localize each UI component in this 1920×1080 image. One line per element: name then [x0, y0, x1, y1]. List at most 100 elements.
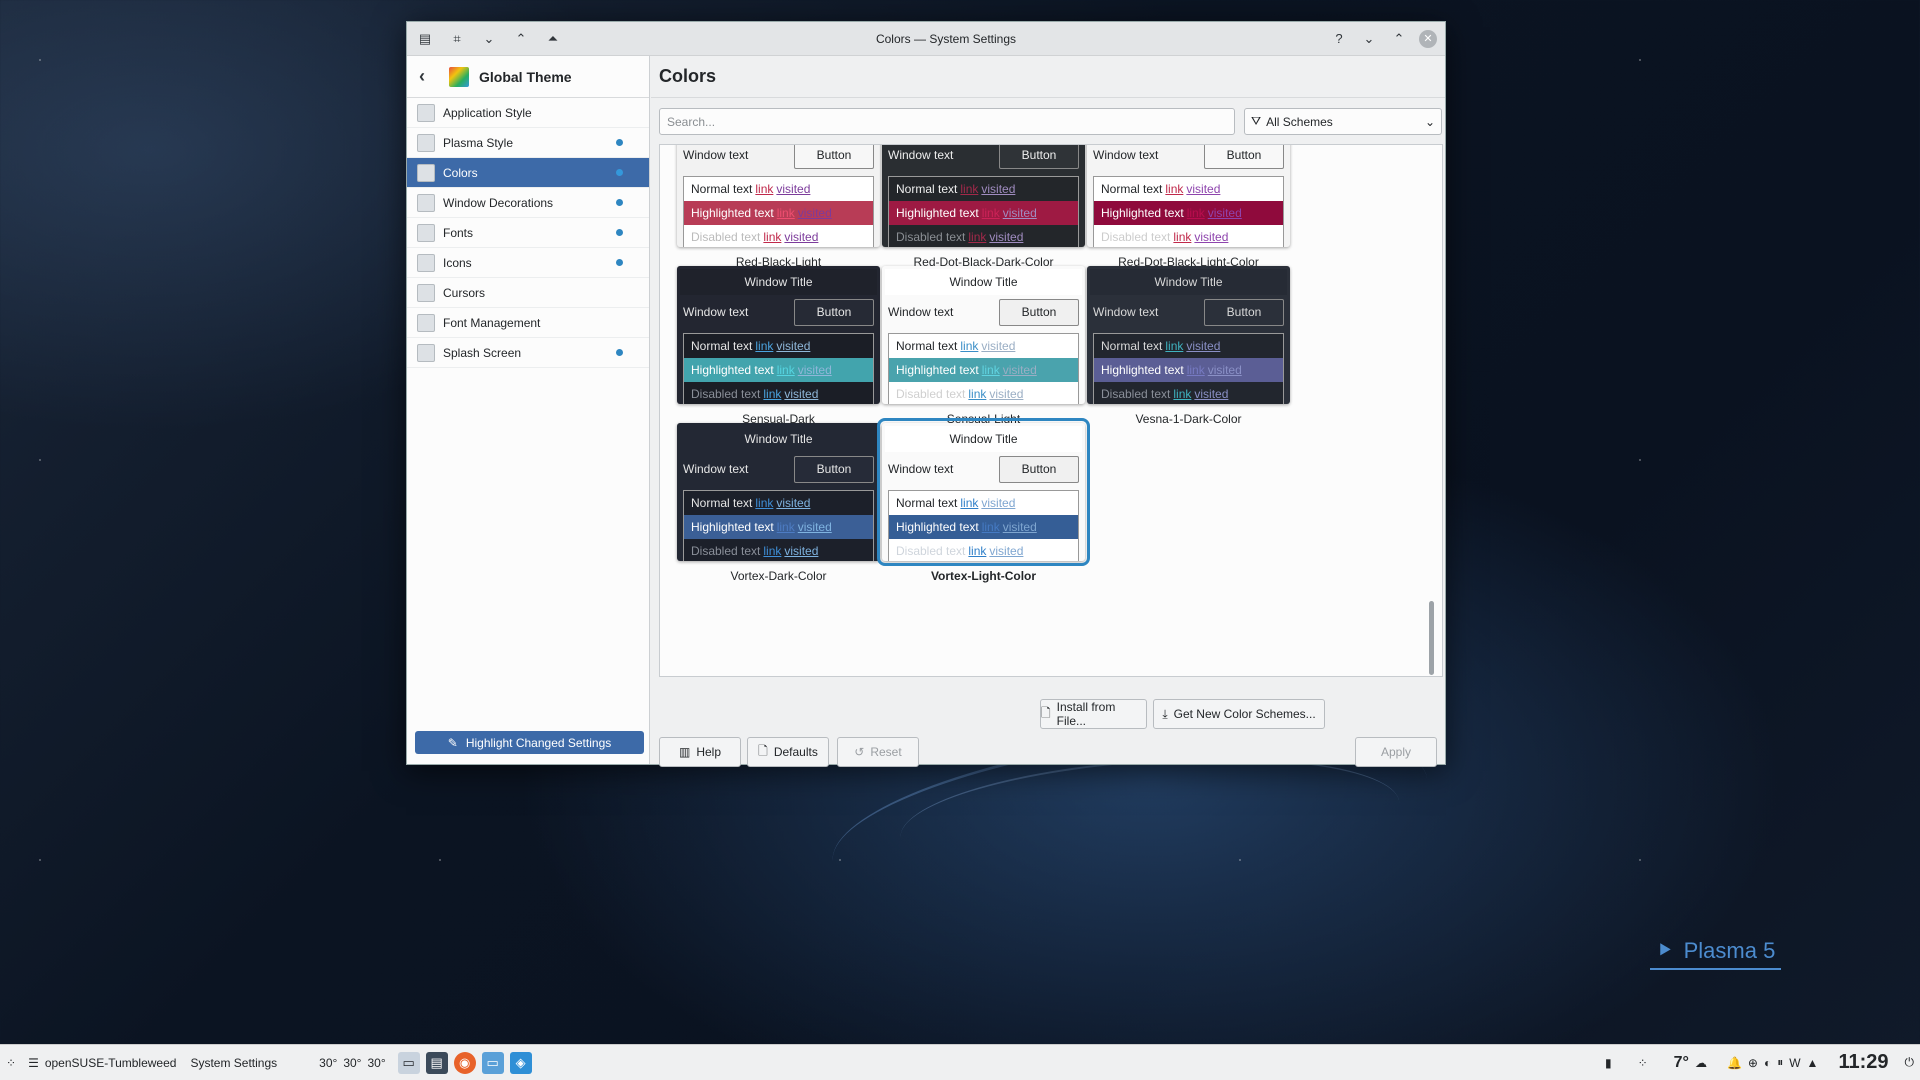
- clock[interactable]: 11:29: [1838, 1051, 1888, 1074]
- sidebar-item[interactable]: Application Style: [407, 98, 649, 128]
- file-manager-icon[interactable]: ▭: [481, 1051, 504, 1074]
- color-scheme-card[interactable]: Window TitleWindow textButtonNormal text…: [877, 418, 1090, 583]
- network-graph-icon[interactable]: ▮: [1605, 1056, 1612, 1070]
- color-scheme-card[interactable]: Window TitleWindow textButtonNormal text…: [677, 266, 880, 426]
- scheme-preview[interactable]: Window TitleWindow textButtonNormal text…: [882, 266, 1085, 404]
- keep-below-icon[interactable]: ⌄: [479, 29, 499, 49]
- minimize-icon[interactable]: ⌄: [1359, 29, 1379, 49]
- preview-normal-row: Normal text link visited: [889, 177, 1078, 201]
- search-input[interactable]: Search...: [659, 108, 1235, 135]
- app-title: openSUSE-Tumbleweed: [44, 1055, 177, 1070]
- preview-button: Button: [1204, 145, 1284, 169]
- preview-disabled-row: Disabled text link visited: [889, 539, 1078, 561]
- preview-link: link: [981, 363, 1000, 377]
- kde-connect-icon[interactable]: ⁘: [1638, 1056, 1648, 1070]
- back-arrow-icon[interactable]: ‹: [419, 66, 439, 87]
- back-to-global-theme[interactable]: ‹ Global Theme: [407, 56, 649, 98]
- color-scheme-card[interactable]: Window TitleWindow textButtonNormal text…: [882, 266, 1085, 426]
- preview-visited: visited: [981, 339, 1016, 353]
- get-new-color-schemes-button[interactable]: ⤓ Get New Color Schemes...: [1153, 699, 1325, 729]
- preview-visited: visited: [1002, 363, 1037, 377]
- preview-highlighted-row: Highlighted text link visited: [684, 201, 873, 225]
- highlight-changed-settings-button[interactable]: ✎ Highlight Changed Settings: [415, 731, 644, 754]
- color-scheme-card[interactable]: Window TitleWindow textButtonNormal text…: [677, 423, 880, 583]
- sidebar-item[interactable]: Fonts: [407, 218, 649, 248]
- sidebar-item[interactable]: Colors: [407, 158, 649, 188]
- preview-window-text: Window text: [888, 462, 954, 476]
- sidebar-item[interactable]: Plasma Style: [407, 128, 649, 158]
- desktop-pager-icon[interactable]: ▭: [397, 1051, 420, 1074]
- temperature-widgets: 30° 30° 30°: [313, 1045, 391, 1080]
- sidebar-item[interactable]: Cursors: [407, 278, 649, 308]
- scheme-preview[interactable]: Window TitleWindow textButtonNormal text…: [677, 145, 880, 247]
- crop-icon[interactable]: ⌗: [447, 29, 467, 49]
- maximize-icon[interactable]: ⌃: [1389, 29, 1409, 49]
- preview-row: Window text Button: [885, 145, 1082, 172]
- color-scheme-card[interactable]: Window TitleWindow textButtonNormal text…: [1087, 266, 1290, 426]
- preview-highlighted-text: Highlighted text: [691, 363, 774, 377]
- help-icon[interactable]: ?: [1329, 29, 1349, 49]
- scrollbar[interactable]: [1428, 147, 1436, 675]
- activities-button[interactable]: ⁘: [0, 1045, 22, 1080]
- apply-button[interactable]: Apply: [1355, 737, 1437, 767]
- preview-list: Normal text link visited Highlighted text li…: [888, 333, 1079, 404]
- preview-visited: visited: [784, 387, 819, 401]
- firefox-icon[interactable]: ◉: [453, 1051, 476, 1074]
- updates-icon[interactable]: ⊕: [1748, 1056, 1758, 1070]
- color-scheme-card[interactable]: Window TitleWindow textButtonNormal text…: [677, 145, 880, 269]
- scheme-preview[interactable]: Window TitleWindow textButtonNormal text…: [677, 423, 880, 561]
- preview-highlighted-text: Highlighted text: [896, 363, 979, 377]
- activities-icon: ⁘: [6, 1055, 17, 1070]
- preview-button: Button: [999, 298, 1079, 326]
- scheme-name: Vortex-Dark-Color: [730, 569, 827, 583]
- reset-button[interactable]: ↺ Reset: [837, 737, 919, 767]
- preview-window-text: Window text: [888, 148, 954, 162]
- volume-icon[interactable]: ◐: [1764, 1056, 1771, 1070]
- preview-window-text: Window text: [683, 148, 749, 162]
- scheme-preview[interactable]: Window TitleWindow textButtonNormal text…: [1087, 266, 1290, 404]
- tray-expand-icon[interactable]: ▲: [1807, 1056, 1819, 1070]
- shade-icon[interactable]: ⏶: [543, 29, 563, 49]
- document-icon: 🗋: [758, 743, 768, 758]
- changed-indicator: [616, 229, 623, 236]
- weather-temperature[interactable]: 7°: [1674, 1054, 1689, 1072]
- color-scheme-card[interactable]: Window TitleWindow textButtonNormal text…: [882, 145, 1085, 269]
- scrollbar-thumb[interactable]: [1429, 601, 1434, 675]
- power-icon[interactable]: ⏻: [1905, 1055, 1915, 1070]
- keep-above-icon[interactable]: ⌃: [511, 29, 531, 49]
- media-pause-icon[interactable]: ⏸: [1777, 1055, 1783, 1070]
- preview-highlighted-text: Highlighted text: [691, 520, 774, 534]
- download-icon: ⤓: [1162, 706, 1168, 721]
- preview-link: link: [1173, 387, 1192, 401]
- app-menu[interactable]: ☰ openSUSE-Tumbleweed System Settings: [22, 1045, 283, 1080]
- scheme-preview[interactable]: Window TitleWindow textButtonNormal text…: [882, 145, 1085, 247]
- defaults-button[interactable]: 🗋 Defaults: [747, 737, 829, 767]
- sidebar-item-label: Window Decorations: [443, 195, 554, 210]
- notifications-icon[interactable]: 🔔: [1727, 1056, 1742, 1070]
- scheme-preview[interactable]: Window TitleWindow textButtonNormal text…: [1087, 145, 1290, 247]
- color-scheme-card[interactable]: Window TitleWindow textButtonNormal text…: [1087, 145, 1290, 269]
- preview-disabled-row: Disabled text link visited: [1094, 382, 1283, 404]
- sidebar-item[interactable]: Window Decorations: [407, 188, 649, 218]
- sidebar-item[interactable]: Icons: [407, 248, 649, 278]
- preview-link: link: [1165, 182, 1184, 196]
- preview-normal-text: Normal text: [1101, 182, 1163, 196]
- preview-link: link: [763, 230, 782, 244]
- system-settings-task-icon[interactable]: ▤: [425, 1051, 448, 1074]
- sidebar-item[interactable]: Splash Screen: [407, 338, 649, 368]
- vpn-icon[interactable]: W: [1789, 1056, 1800, 1070]
- help-button[interactable]: ▥ Help: [659, 737, 741, 767]
- scheme-preview[interactable]: Window TitleWindow textButtonNormal text…: [877, 418, 1090, 566]
- sidebar-item[interactable]: Font Management: [407, 308, 649, 338]
- close-icon[interactable]: ✕: [1419, 29, 1437, 48]
- scheme-filter-dropdown[interactable]: ⛛ All Schemes ⌄: [1244, 108, 1442, 135]
- install-from-file-button[interactable]: 🗋 Install from File...: [1040, 699, 1147, 729]
- cloud-icon[interactable]: ☁: [1695, 1056, 1707, 1070]
- scheme-preview[interactable]: Window TitleWindow textButtonNormal text…: [677, 266, 880, 404]
- preview-normal-row: Normal text link visited: [889, 334, 1078, 358]
- preview-highlighted-text: Highlighted text: [896, 206, 979, 220]
- preview-disabled-row: Disabled text link visited: [684, 382, 873, 404]
- window-menu-icon[interactable]: ▤: [415, 29, 435, 49]
- temperature-readout: 30°: [367, 1055, 386, 1070]
- discover-icon[interactable]: ◈: [509, 1051, 532, 1074]
